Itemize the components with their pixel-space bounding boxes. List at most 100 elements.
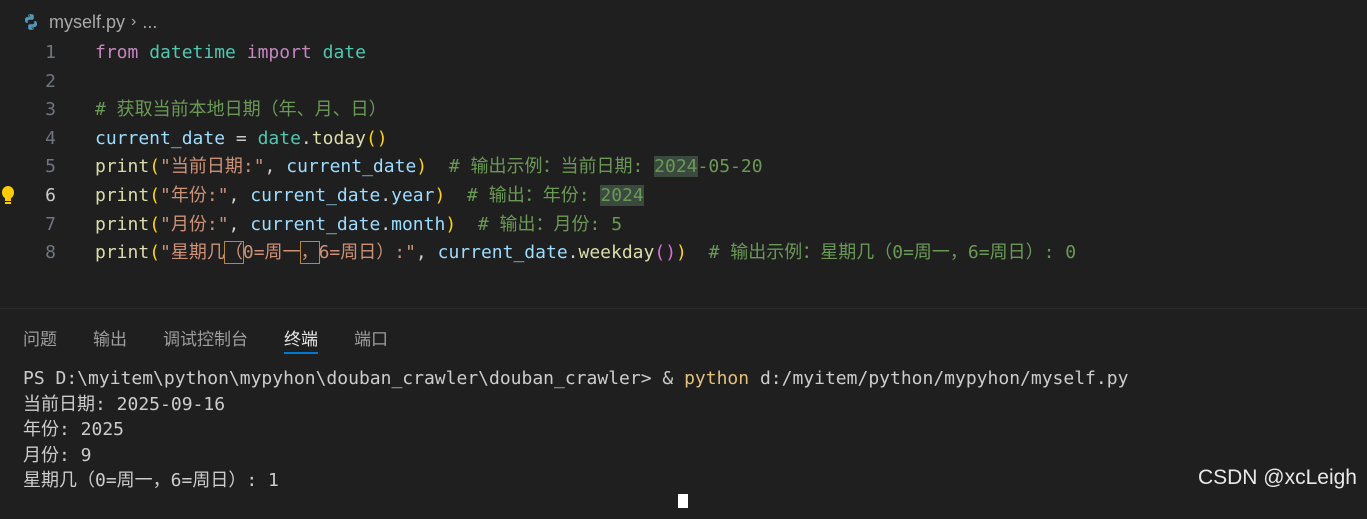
code-token: today [311, 127, 366, 149]
line-number: 1 [45, 42, 56, 63]
code-token: year [391, 185, 435, 206]
python-icon [25, 14, 37, 30]
terminal-output-line: 年份: 2025 [23, 419, 125, 440]
code-token: current_date [437, 242, 568, 264]
tab-terminal[interactable]: 终端 [284, 316, 318, 356]
code-token: . [567, 242, 579, 264]
code-token: , [415, 242, 438, 264]
code-token: ( [149, 156, 161, 178]
line-number: 5 [45, 156, 56, 178]
code-token: 0=周一 [242, 242, 301, 264]
code-line[interactable]: 5 print("当前日期:", current_date) # 输出示例：当前日… [0, 153, 1367, 181]
code-token: # 输出示例：星期几（0=周一，6=周日）: 0 [708, 242, 1077, 264]
code-token: print [95, 185, 150, 206]
code-token: import [246, 42, 312, 63]
code-token: # 获取当前本地日期（年、月、日） [95, 99, 387, 121]
tab-ports[interactable]: 端口 [354, 316, 388, 356]
code-token: ( [149, 185, 161, 206]
code-token: （ [223, 241, 244, 265]
code-line[interactable]: 3 # 获取当前本地日期（年、月、日） [0, 96, 1367, 124]
chevron-right-icon: › [131, 13, 137, 30]
code-token: , [228, 185, 251, 206]
code-token: print [95, 213, 150, 235]
code-token: ) [416, 156, 428, 178]
code-token: 2024 [600, 185, 644, 206]
terminal-python: python [684, 368, 750, 389]
code-line[interactable]: 6 print("年份:", current_date.year) # 输出：年份… [0, 182, 1367, 210]
terminal-output-line: 星期几（0=周一，6=周日）: 1 [23, 470, 279, 491]
code-text: print("年份:", current_date.year) # 输出：年份:… [95, 182, 644, 210]
code-line[interactable]: 8 print("星期几（0=周一，6=周日）:", current_date.w… [0, 239, 1367, 267]
code-token: print [95, 242, 150, 264]
breadcrumb-file[interactable]: myself.py [49, 12, 125, 33]
code-token: ( [149, 242, 161, 264]
code-token: weekday [578, 242, 655, 264]
line-number: 4 [45, 127, 56, 149]
code-text: print("当前日期:", current_date) # 输出示例：当前日期… [95, 153, 763, 181]
code-text: # 获取当前本地日期（年、月、日） [95, 96, 387, 124]
code-token: current_date [250, 185, 381, 206]
code-token: , [264, 156, 287, 178]
code-token: -05-20 [697, 156, 763, 178]
terminal-cursor [678, 493, 688, 508]
line-number: 7 [45, 213, 56, 235]
code-token: # 输出：年份: [467, 185, 601, 206]
watermark: CSDN @xcLeigh [1197, 466, 1357, 489]
line-number: 2 [45, 70, 56, 92]
line-number: 8 [45, 242, 56, 264]
code-token: () [654, 242, 677, 264]
code-token: print [95, 156, 150, 178]
code-editor[interactable]: 1 from datetime import date 2 3 # 获取当前本地日期（年… [0, 38, 1367, 298]
code-token: () [365, 127, 388, 149]
terminal[interactable]: PS D:\myitem\python\mypyhon\douban_crawl… [23, 366, 1128, 519]
code-token: month [391, 213, 446, 235]
panel-divider [0, 308, 1367, 309]
code-text: print("月份:", current_date.month) # 输出：月份… [95, 211, 622, 239]
tab-problems[interactable]: 问题 [23, 316, 57, 356]
code-token: date [257, 127, 301, 149]
code-token: 6=周日）:" [318, 242, 416, 264]
panel-tabs: 问题 输出 调试控制台 终端 端口 [0, 316, 401, 356]
breadcrumb-more[interactable]: ... [142, 12, 157, 33]
code-token: , [228, 213, 251, 235]
code-token: "月份:" [160, 213, 229, 235]
code-text: from datetime import date [95, 39, 366, 67]
terminal-script: d:/myitem/python/mypyhon/myself.py [749, 368, 1129, 389]
code-token: current_date [286, 156, 417, 178]
code-token: ) [676, 242, 687, 264]
code-token: current_date [250, 213, 381, 235]
code-token: . [300, 127, 312, 149]
code-line[interactable]: 1 from datetime import date [0, 39, 1367, 67]
tab-debug-console[interactable]: 调试控制台 [163, 316, 248, 356]
code-token: "星期几 [160, 242, 225, 264]
code-token: ， [299, 241, 320, 265]
tab-output[interactable]: 输出 [93, 316, 127, 356]
code-token: "年份:" [160, 185, 229, 206]
code-token: datetime [149, 42, 236, 63]
code-token: 2024 [654, 156, 698, 178]
code-token: date [322, 42, 366, 63]
line-number: 3 [45, 99, 56, 121]
code-text: current_date = date.today() [95, 125, 388, 153]
terminal-output-line: 当前日期: 2025-09-16 [23, 393, 226, 415]
code-token: from [95, 42, 139, 63]
terminal-prompt: PS D:\myitem\python\mypyhon\douban_crawl… [23, 368, 663, 389]
code-line[interactable]: 4 current_date = date.today() [0, 125, 1367, 153]
terminal-output-line: 月份: 9 [23, 444, 92, 466]
terminal-amp: & [662, 368, 685, 389]
code-token: = [225, 127, 258, 149]
code-token: . [380, 185, 392, 206]
lightbulb-icon[interactable] [1, 185, 15, 207]
code-line[interactable]: 2 [0, 68, 1367, 96]
code-token: current_date [95, 127, 226, 149]
code-token: # 输出：月份: 5 [477, 213, 623, 235]
code-line[interactable]: 7 print("月份:", current_date.month) # 输出：月… [0, 211, 1367, 239]
code-token: ) [434, 185, 446, 206]
